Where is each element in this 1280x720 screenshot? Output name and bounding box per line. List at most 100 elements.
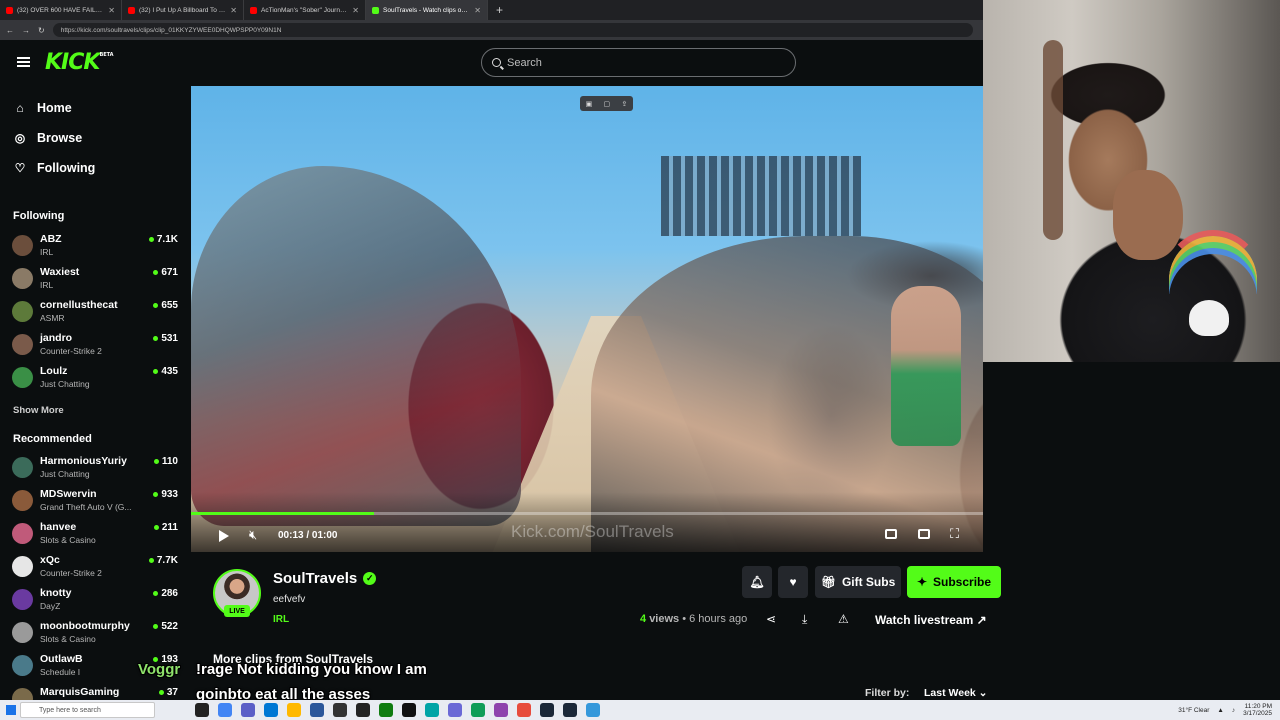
volume-icon[interactable]: ♪	[1232, 707, 1235, 714]
heart-icon: ♡	[14, 161, 26, 175]
close-icon[interactable]: ✕	[352, 6, 359, 15]
channel-item[interactable]: HarmoniousYuriy Just Chatting 110	[12, 455, 180, 488]
play-button[interactable]	[219, 530, 229, 542]
kick-logo[interactable]: KICKBETA	[45, 50, 114, 75]
steam-icon[interactable]	[540, 703, 554, 717]
share-icon[interactable]: ⇪	[621, 100, 627, 108]
channel-item[interactable]: MarquisGaming 37	[12, 686, 180, 700]
video-frame-person	[891, 286, 961, 446]
app-icon[interactable]	[448, 703, 462, 717]
screenshot-icon[interactable]: ▣	[586, 100, 593, 108]
mute-button[interactable]: 🔇︎	[249, 527, 257, 543]
viewer-count: 110	[153, 456, 178, 467]
app-icon[interactable]	[356, 703, 370, 717]
windows-start-icon[interactable]	[6, 705, 16, 715]
notification-button[interactable]: 🔔︎	[742, 566, 772, 598]
browser-tab-bar: (32) OVER 600 HAVE FAILED FOR ✕ (32) I P…	[0, 0, 983, 20]
forward-icon[interactable]: →	[22, 26, 30, 35]
channel-name[interactable]: SoulTravels	[273, 570, 357, 587]
channel-category: Just Chatting	[40, 469, 90, 479]
live-dot-icon	[153, 492, 159, 497]
wifi-icon[interactable]: ▲	[1217, 707, 1223, 714]
video-frame-structure	[661, 156, 861, 236]
avatar	[12, 556, 33, 577]
viewer-number: 531	[161, 333, 178, 344]
app-icon[interactable]	[333, 703, 347, 717]
video-player[interactable]: ▣ ▢ ⇪ Kick.com/SoulTravels 🔇︎ 00:13 / 01…	[191, 86, 1023, 552]
app-icon[interactable]	[402, 703, 416, 717]
channel-name: hanvee	[40, 521, 77, 533]
app-icon[interactable]	[471, 703, 485, 717]
gift-subs-button[interactable]: 🎁︎ Gift Subs	[815, 566, 901, 598]
taskbar-search-input[interactable]: Type here to search	[20, 702, 155, 718]
viewer-number: 37	[166, 687, 178, 698]
app-icon[interactable]	[517, 703, 531, 717]
close-icon[interactable]: ✕	[108, 6, 115, 15]
reload-icon[interactable]: ↻	[38, 26, 45, 35]
download-icon[interactable]: ⤓	[802, 612, 807, 627]
app-icon[interactable]	[195, 703, 209, 717]
browser-tab[interactable]: (32) I Put Up A Billboard To Find L ✕	[122, 0, 244, 20]
app-icon[interactable]	[425, 703, 439, 717]
channel-item[interactable]: jandro Counter-Strike 2 531	[12, 332, 180, 365]
browser-tab[interactable]: (32) OVER 600 HAVE FAILED FOR ✕	[0, 0, 122, 20]
nav-label: Following	[37, 161, 96, 175]
channel-name-row[interactable]: SoulTravels ✓	[273, 570, 377, 587]
live-dot-icon	[148, 237, 154, 242]
browser-tab[interactable]: AcTionMan's "Sober" Journey Ju ✕	[244, 0, 366, 20]
miniplayer-button[interactable]	[885, 529, 897, 539]
app-icon[interactable]	[586, 703, 600, 717]
avatar	[12, 523, 33, 544]
sidebar-item-home[interactable]: ⌂ Home	[13, 101, 71, 115]
search-input[interactable]: Search	[481, 48, 796, 77]
share-icon[interactable]: ⋖	[766, 612, 776, 626]
show-more-link[interactable]: Show More	[13, 405, 64, 416]
clock[interactable]: 11:20 PM 3/17/2025	[1243, 703, 1272, 717]
subscribe-button[interactable]: ✦ Subscribe	[907, 566, 1001, 598]
channel-item[interactable]: MDSwervin Grand Theft Auto V (G... 933	[12, 488, 180, 521]
channel-category: Schedule I	[40, 667, 81, 677]
channel-item[interactable]: moonbootmurphy Slots & Casino 522	[12, 620, 180, 653]
viewer-number: 110	[161, 456, 178, 467]
close-icon[interactable]: ✕	[230, 6, 237, 15]
channel-item[interactable]: Waxiest IRL 671	[12, 266, 180, 299]
chrome-icon[interactable]	[218, 703, 232, 717]
clip-toolbar[interactable]: ▣ ▢ ⇪	[580, 96, 633, 111]
theater-mode-button[interactable]	[918, 529, 930, 539]
compass-icon: ◎	[14, 131, 26, 145]
xbox-icon[interactable]	[379, 703, 393, 717]
app-icon[interactable]	[494, 703, 508, 717]
watch-livestream-label: Watch livestream	[875, 613, 974, 627]
viewer-count: 286	[153, 588, 178, 599]
folder-icon[interactable]	[287, 703, 301, 717]
category-link[interactable]: IRL	[273, 614, 289, 625]
channel-item[interactable]: cornellusthecat ASMR 655	[12, 299, 180, 332]
app-icon[interactable]	[241, 703, 255, 717]
edge-icon[interactable]	[264, 703, 278, 717]
address-bar: ← → ↻ https://kick.com/soultravels/clips…	[0, 20, 983, 40]
channel-item[interactable]: Loulz Just Chatting 435	[12, 365, 180, 398]
app-icon[interactable]	[310, 703, 324, 717]
watch-livestream-link[interactable]: Watch livestream ↗	[875, 613, 987, 627]
fullscreen-button[interactable]: ⛶	[950, 526, 959, 542]
browser-tab-active[interactable]: SoulTravels - Watch clips on Kick ✕	[366, 0, 488, 20]
close-icon[interactable]: ✕	[474, 6, 481, 15]
weather-widget[interactable]: 31°F Clear	[1178, 707, 1209, 714]
channel-item[interactable]: knotty DayZ 286	[12, 587, 180, 620]
channel-name: ABZ	[40, 233, 62, 245]
filter-dropdown[interactable]: Last Week ⌄	[924, 687, 987, 699]
url-input[interactable]: https://kick.com/soultravels/clips/clip_…	[52, 23, 973, 37]
back-icon[interactable]: ←	[6, 26, 14, 35]
follow-button[interactable]: ♥	[778, 566, 808, 598]
sidebar-item-following[interactable]: ♡ Following	[13, 161, 96, 175]
channel-item[interactable]: ABZ IRL 7.1K	[12, 233, 180, 266]
progress-bar[interactable]	[191, 512, 1023, 515]
channel-item[interactable]: xQc Counter-Strike 2 7.7K	[12, 554, 180, 587]
pip-icon[interactable]: ▢	[604, 100, 611, 108]
report-icon[interactable]: ⚠	[838, 612, 849, 626]
channel-item[interactable]: hanvee Slots & Casino 211	[12, 521, 180, 554]
sidebar-item-browse[interactable]: ◎ Browse	[13, 131, 82, 145]
menu-icon[interactable]	[17, 57, 30, 67]
app-icon[interactable]	[563, 703, 577, 717]
new-tab-button[interactable]: +	[488, 3, 503, 17]
